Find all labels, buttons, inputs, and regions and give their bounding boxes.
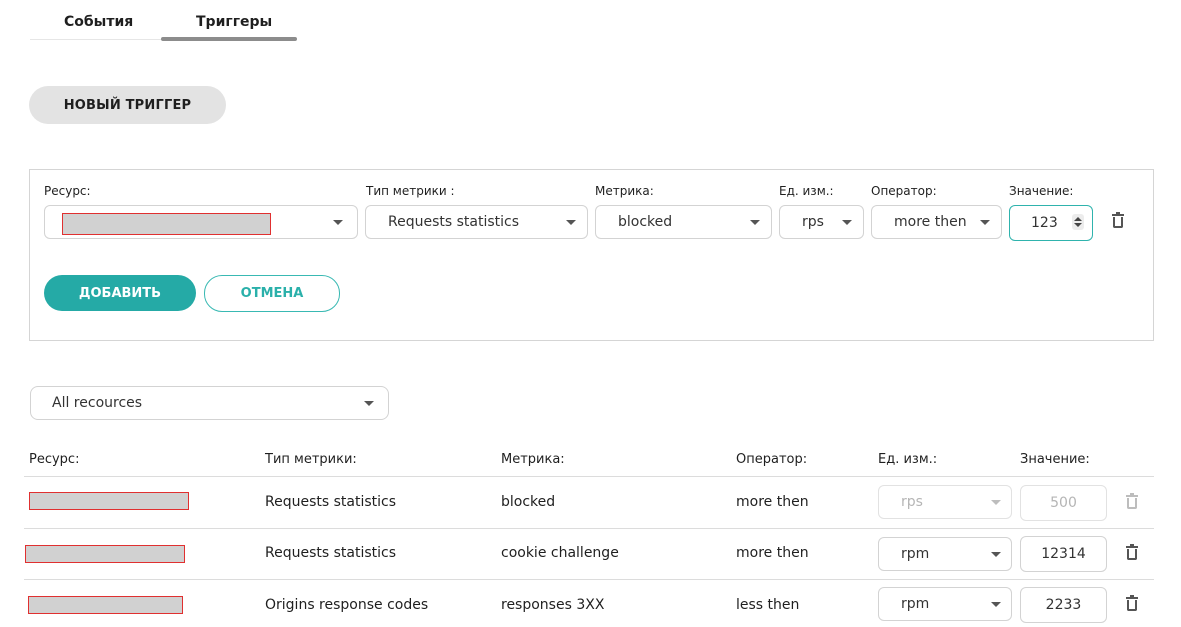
- metric-type-select[interactable]: Requests statistics: [365, 205, 588, 239]
- value-input-text: 123: [1031, 215, 1058, 231]
- row-unit-select[interactable]: rpm: [878, 537, 1012, 571]
- table-cell-metric-type: Requests statistics: [265, 545, 397, 561]
- row-unit-select[interactable]: rpm: [878, 587, 1012, 621]
- new-trigger-form: [29, 169, 1154, 341]
- cancel-button[interactable]: ОТМЕНА: [204, 275, 340, 312]
- value-label: Значение:: [1009, 184, 1074, 198]
- table-cell-metric-type: Origins response codes: [265, 597, 429, 613]
- chevron-down-icon: [566, 220, 576, 225]
- row-value-input[interactable]: 2233: [1020, 587, 1107, 623]
- chevron-down-icon: [750, 220, 760, 225]
- tab-events[interactable]: События: [64, 14, 133, 30]
- table-divider: [24, 579, 1154, 580]
- resource-filter-select[interactable]: All recources: [30, 386, 389, 420]
- tab-triggers[interactable]: Триггеры: [196, 14, 272, 30]
- row-value-input[interactable]: 12314: [1020, 536, 1107, 572]
- table-cell-metric: cookie challenge: [501, 545, 619, 561]
- unit-label: Ед. изм.:: [779, 184, 834, 198]
- resource-filter-value: All recources: [52, 395, 143, 411]
- row-unit-value: rpm: [901, 596, 930, 612]
- metric-label: Метрика:: [595, 184, 654, 198]
- resource-label: Ресурс:: [44, 184, 91, 198]
- unit-value: rps: [802, 214, 824, 230]
- trash-icon[interactable]: [1126, 493, 1138, 509]
- chevron-down-icon: [991, 602, 1001, 607]
- table-cell-metric: responses 3XX: [501, 597, 605, 613]
- operator-select[interactable]: more then: [871, 205, 1002, 239]
- trash-icon[interactable]: [1112, 212, 1124, 228]
- metric-type-value: Requests statistics: [388, 214, 520, 230]
- chevron-down-icon: [991, 552, 1001, 557]
- metric-type-label: Тип метрики :: [366, 184, 455, 198]
- column-header-unit: Ед. изм.:: [878, 452, 938, 467]
- column-header-resource: Ресурс:: [29, 452, 80, 467]
- column-header-operator: Оператор:: [736, 452, 808, 467]
- chevron-down-icon: [991, 500, 1001, 505]
- table-cell-operator: more then: [736, 545, 809, 561]
- table-divider: [24, 528, 1154, 529]
- column-header-metric-type: Тип метрики:: [265, 452, 357, 467]
- row-unit-select[interactable]: rps: [878, 485, 1012, 519]
- chevron-down-icon: [980, 220, 990, 225]
- new-trigger-button[interactable]: НОВЫЙ ТРИГГЕР: [29, 86, 226, 124]
- row-unit-value: rps: [901, 494, 923, 510]
- metric-select[interactable]: blocked: [595, 205, 772, 239]
- row-unit-value: rpm: [901, 546, 930, 562]
- value-input[interactable]: 123: [1009, 205, 1093, 241]
- metric-value: blocked: [618, 214, 673, 230]
- column-header-value: Значение:: [1020, 452, 1090, 467]
- operator-value: more then: [894, 214, 967, 230]
- redacted-resource: [25, 545, 185, 563]
- chevron-down-icon: [842, 220, 852, 225]
- redacted-resource: [29, 492, 189, 510]
- operator-label: Оператор:: [871, 184, 937, 198]
- chevron-down-icon: [364, 401, 374, 406]
- unit-select[interactable]: rps: [779, 205, 864, 239]
- tab-active-indicator: [161, 37, 297, 41]
- table-cell-operator: more then: [736, 494, 809, 510]
- redacted-resource: [62, 213, 271, 235]
- trash-icon[interactable]: [1126, 595, 1138, 611]
- column-header-metric: Метрика:: [501, 452, 565, 467]
- redacted-resource: [28, 596, 183, 614]
- spinner-icon[interactable]: [1072, 214, 1084, 230]
- trash-icon[interactable]: [1126, 544, 1138, 560]
- table-divider: [24, 476, 1154, 477]
- table-cell-operator: less then: [736, 597, 800, 613]
- chevron-down-icon: [333, 220, 343, 225]
- table-cell-metric: blocked: [501, 494, 556, 510]
- table-cell-metric-type: Requests statistics: [265, 494, 397, 510]
- row-value-input[interactable]: 500: [1020, 485, 1107, 521]
- add-button[interactable]: ДОБАВИТЬ: [44, 275, 196, 311]
- resource-select[interactable]: [44, 205, 358, 239]
